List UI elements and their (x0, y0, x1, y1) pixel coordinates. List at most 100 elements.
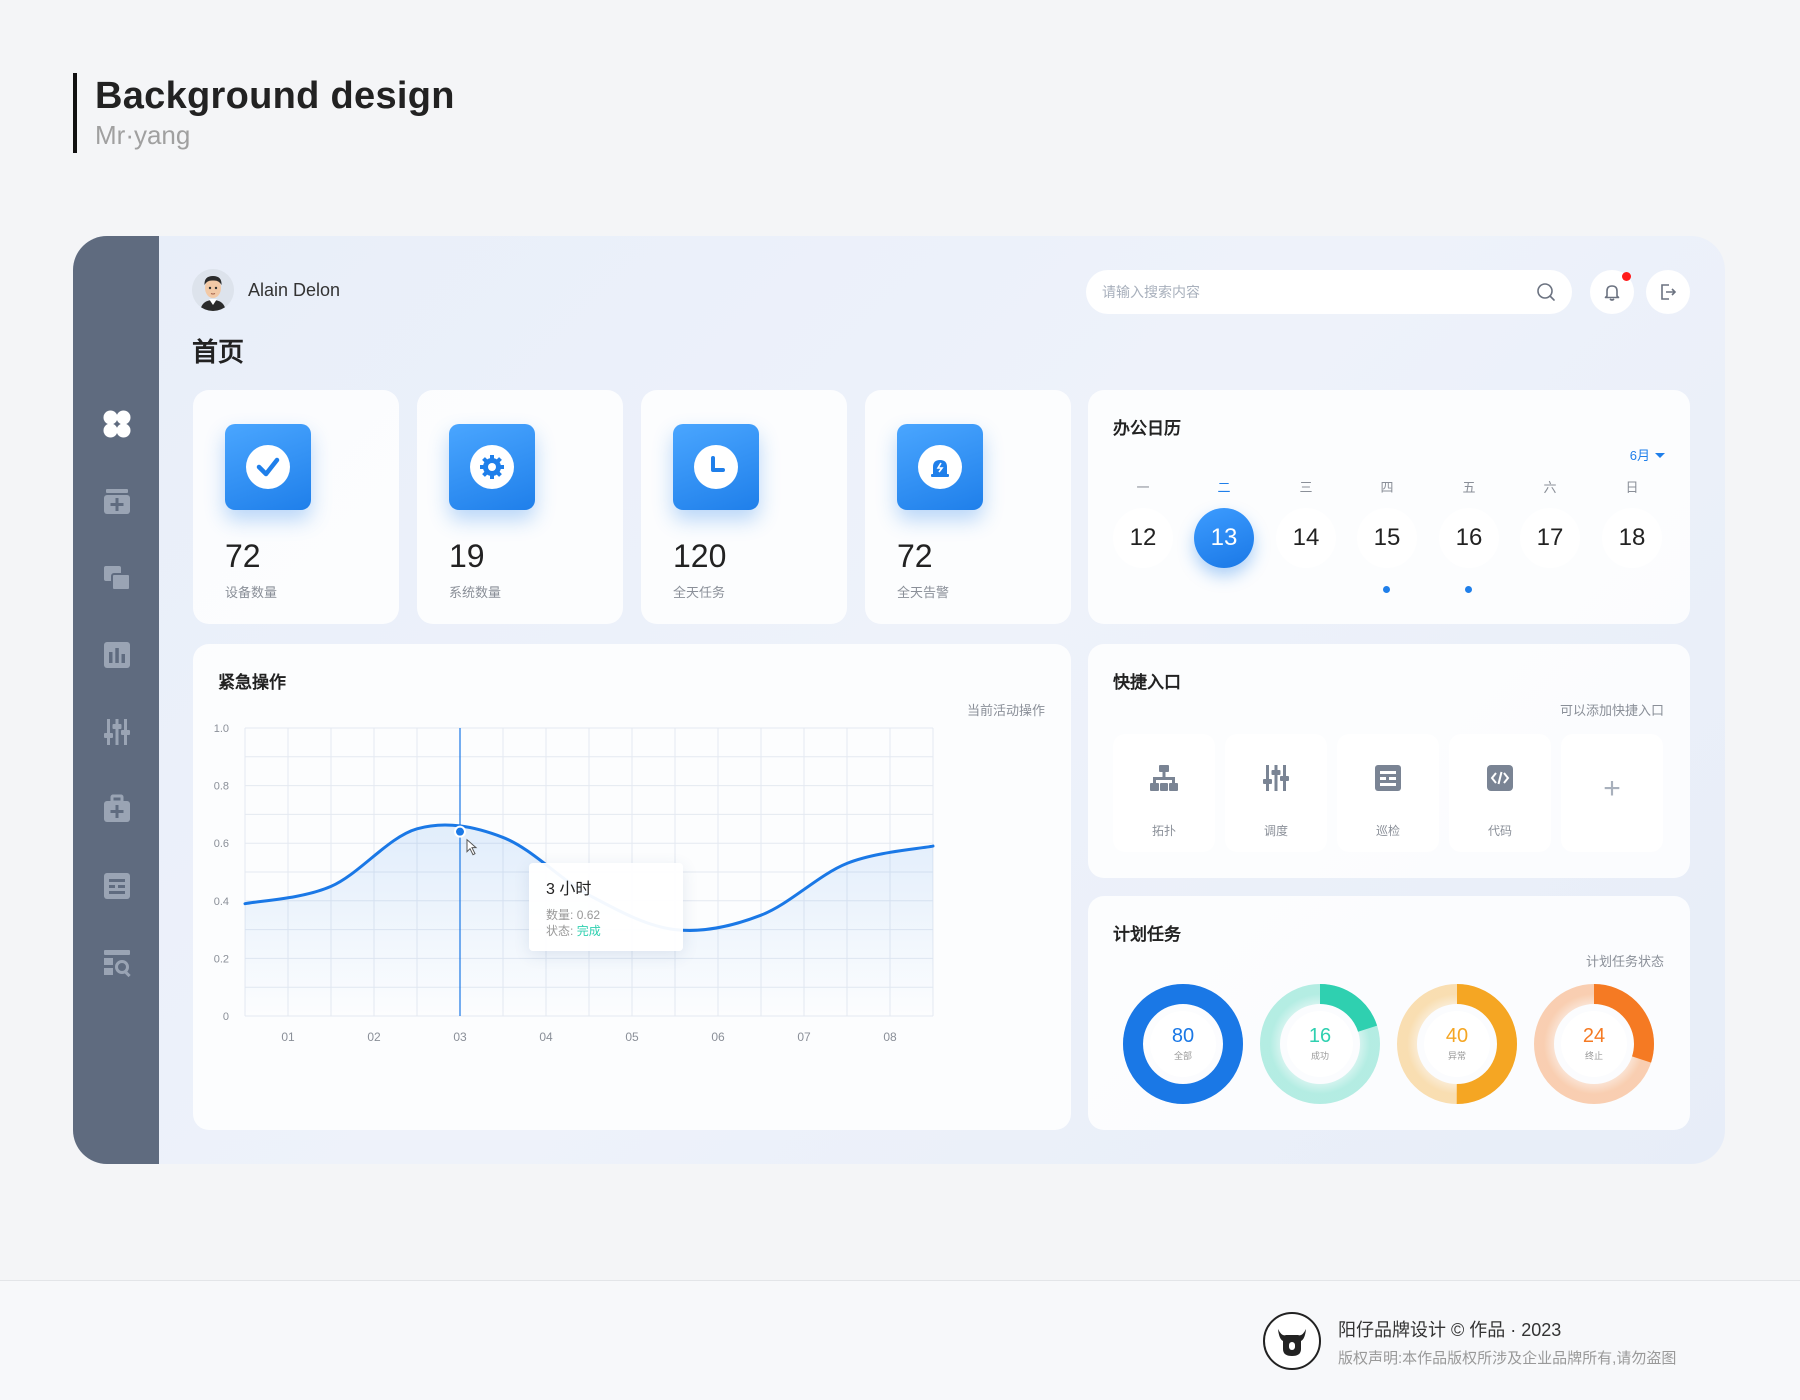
nav-list[interactable] (101, 870, 133, 902)
calendar-day[interactable]: 12 (1113, 508, 1173, 568)
tooltip-qty-row: 数量: 0.62 (546, 907, 683, 923)
nav-report[interactable] (101, 947, 133, 979)
calendar-day[interactable]: 15 (1357, 508, 1417, 568)
status-ring[interactable]: 16 成功 (1259, 983, 1381, 1105)
quick-item-inspection[interactable]: 巡检 (1337, 734, 1439, 852)
ring-value: 40 (1445, 1025, 1469, 1047)
stat-icon-box (449, 424, 535, 510)
avatar (192, 269, 234, 311)
calendar-day-selected[interactable]: 13 (1194, 508, 1254, 568)
nav-medical[interactable] (101, 793, 133, 825)
weekday-label: 日 (1625, 480, 1639, 495)
ring-label: 终止 (1584, 1051, 1603, 1061)
nav-layers[interactable] (101, 562, 133, 594)
y-tick-label: 0.2 (214, 953, 229, 965)
quick-item-dispatch[interactable]: 调度 (1225, 734, 1327, 852)
x-tick-label: 03 (453, 1030, 467, 1044)
calendar-title: 办公日历 (1113, 419, 1181, 438)
stat-value: 120 (673, 538, 727, 574)
y-tick-label: 0.4 (214, 896, 229, 908)
quick-item-label: 代码 (1487, 824, 1512, 838)
x-tick-label: 05 (625, 1030, 639, 1044)
stat-card-tasks[interactable]: 120 全天任务 (641, 390, 847, 624)
calendar-day[interactable]: 16 (1439, 508, 1499, 568)
emergency-card: 紧急操作 当前活动操作 0 0.2 0.4 0.6 0.8 1.0 01 02 03 04 05 0… (193, 644, 1071, 1130)
quick-entry-card: 快捷入口 可以添加快捷入口 拓扑 调度 巡检 代码 + (1088, 644, 1690, 878)
search-bar[interactable] (1086, 270, 1572, 314)
plan-tasks-hint: 计划任务状态 (1585, 954, 1664, 969)
page-title: 首页 (192, 337, 245, 367)
calendar-day[interactable]: 17 (1520, 508, 1580, 568)
quick-item-label: 拓扑 (1151, 824, 1176, 838)
month-selector[interactable]: 6月 (1630, 445, 1666, 464)
quick-entry-title: 快捷入口 (1113, 673, 1181, 692)
user-name: Alain Delon (248, 279, 341, 300)
nav-add[interactable] (101, 485, 133, 517)
quick-item-topology[interactable]: 拓扑 (1113, 734, 1215, 852)
chart-tooltip: 3 小时 数量: 0.62 状态: 完成 (529, 863, 683, 951)
ring-value: 24 (1582, 1025, 1606, 1047)
logout-button[interactable] (1646, 270, 1690, 314)
stat-card-alarms[interactable]: 72 全天告警 (865, 390, 1071, 624)
sliders-icon (1263, 765, 1289, 791)
weekday-label: 二 (1217, 480, 1231, 495)
stat-icon-box (225, 424, 311, 510)
add-box-icon (104, 489, 130, 514)
bar-chart-icon (104, 642, 130, 668)
bell-icon (1604, 285, 1620, 301)
stat-label: 设备数量 (225, 585, 278, 600)
stat-icon-box (673, 424, 759, 510)
main-content: Alain Delon 首页 72 设备数量 19 系统数量 (159, 236, 1725, 1164)
search-input[interactable] (1102, 284, 1536, 300)
list-card-icon (104, 873, 130, 899)
status-ring[interactable]: 80 全部 (1122, 983, 1244, 1105)
stat-card-systems[interactable]: 19 系统数量 (417, 390, 623, 624)
search-report-icon (104, 950, 131, 978)
stat-label: 系统数量 (449, 585, 502, 600)
alarm-icon (931, 460, 949, 477)
stat-label: 全天告警 (897, 585, 950, 600)
x-tick-label: 06 (711, 1030, 725, 1044)
plan-tasks-card: 计划任务 计划任务状态 80 全部 16 成功 40 异常 24 终止 (1088, 896, 1690, 1130)
nav-dispatch[interactable] (101, 716, 133, 748)
stat-card-devices[interactable]: 72 设备数量 (193, 390, 399, 624)
ring-label: 全部 (1173, 1051, 1192, 1061)
stat-value: 19 (449, 538, 485, 574)
quick-item-label: 巡检 (1375, 824, 1400, 838)
calendar-day[interactable]: 18 (1602, 508, 1662, 568)
footer: 阳仔品牌设计 © 作品 · 2023 版权声明:本作品版权所涉及企业品牌所有,请… (0, 1280, 1800, 1400)
ring-value: 16 (1308, 1025, 1332, 1047)
document-heading: Background design Mr·yang (73, 73, 455, 153)
ring-label: 异常 (1447, 1051, 1466, 1061)
notification-button[interactable] (1590, 270, 1634, 314)
dashboard-icon (103, 410, 131, 438)
x-tick-label: 04 (539, 1030, 553, 1044)
quick-entry-hint: 可以添加快捷入口 (1559, 703, 1664, 718)
calendar-day[interactable]: 14 (1276, 508, 1336, 568)
add-quick-entry-button[interactable]: + (1561, 734, 1663, 852)
weekday-label: 一 (1136, 480, 1150, 495)
user-profile[interactable]: Alain Delon (192, 269, 340, 311)
tooltip-qty-label: 数量: (546, 908, 574, 922)
status-ring[interactable]: 24 终止 (1533, 983, 1655, 1105)
tooltip-status-value: 完成 (576, 924, 601, 938)
search-icon[interactable] (1536, 282, 1556, 302)
logout-icon (1661, 284, 1677, 300)
weekday-label: 六 (1543, 480, 1557, 495)
x-tick-label: 02 (367, 1030, 381, 1044)
weekday-label: 三 (1299, 480, 1313, 495)
status-ring[interactable]: 40 异常 (1396, 983, 1518, 1105)
highlight-point[interactable] (454, 825, 466, 838)
tooltip-status-row: 状态: 完成 (546, 923, 683, 939)
brand-logo (1263, 1312, 1321, 1370)
inspection-icon (1375, 765, 1401, 791)
nav-statistics[interactable] (101, 639, 133, 671)
stat-icon-box (897, 424, 983, 510)
plus-icon: + (1603, 772, 1621, 805)
nav-dashboard[interactable] (101, 408, 133, 440)
tooltip-status-label: 状态: (546, 924, 574, 938)
stat-label: 全天任务 (673, 585, 726, 600)
x-tick-label: 08 (883, 1030, 897, 1044)
quick-item-code[interactable]: 代码 (1449, 734, 1551, 852)
calendar-card: 办公日历 6月 一 二 三 四 五 六 日 12 13 14 15 16 17 … (1088, 390, 1690, 624)
